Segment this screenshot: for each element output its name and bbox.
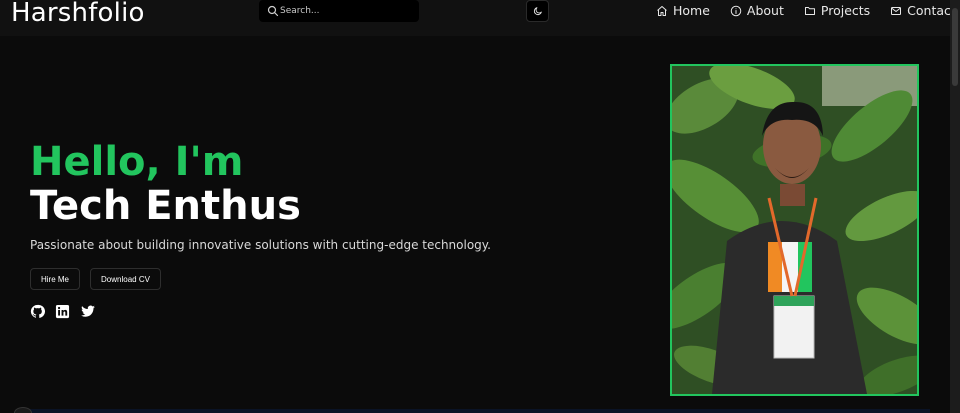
- moon-icon: [533, 7, 542, 16]
- hire-me-button[interactable]: Hire Me: [30, 268, 81, 290]
- twitter-link[interactable]: [80, 304, 96, 323]
- github-icon: [30, 304, 45, 318]
- home-icon: [657, 5, 667, 16]
- hero-section: Hello, I'm Tech Enthus Passionate about …: [30, 140, 491, 323]
- floating-action-button[interactable]: [14, 407, 32, 413]
- nav-home[interactable]: Home: [656, 3, 710, 18]
- nav-about[interactable]: About: [730, 3, 784, 18]
- search-box[interactable]: [259, 0, 419, 22]
- section-divider: [30, 409, 930, 413]
- nav-projects-label: Projects: [820, 3, 871, 18]
- nav-contact[interactable]: Contact: [890, 3, 956, 18]
- profile-photo: [670, 64, 919, 396]
- social-links: [30, 304, 491, 323]
- twitter-icon: [81, 305, 95, 317]
- nav-home-label: Home: [673, 3, 710, 18]
- nav-about-label: About: [746, 3, 784, 18]
- site-logo[interactable]: Harshfolio: [11, 0, 145, 28]
- nav-contact-label: Contact: [907, 3, 956, 18]
- page-scrollbar[interactable]: [950, 0, 960, 413]
- hero-tagline: Passionate about building innovative sol…: [30, 238, 491, 252]
- theme-toggle-button[interactable]: [526, 0, 549, 22]
- top-navbar: Harshfolio Home About Projects: [0, 0, 956, 36]
- github-link[interactable]: [30, 304, 45, 323]
- linkedin-icon: [55, 304, 70, 319]
- hero-buttons: Hire Me Download CV: [30, 268, 491, 290]
- search-icon: [267, 5, 279, 17]
- hero-greeting: Hello, I'm: [30, 139, 244, 185]
- nav-links: Home About Projects Contact: [656, 3, 956, 18]
- info-icon: [730, 5, 742, 16]
- download-cv-button[interactable]: Download CV: [90, 268, 161, 290]
- linkedin-link[interactable]: [55, 304, 70, 323]
- hero-role: Tech Enthus: [30, 183, 301, 229]
- nav-projects[interactable]: Projects: [804, 3, 870, 18]
- search-input[interactable]: [280, 6, 410, 16]
- mail-icon: [891, 6, 902, 15]
- profile-photo-image: [672, 66, 917, 394]
- scrollbar-thumb[interactable]: [952, 8, 958, 86]
- folder-icon: [804, 6, 815, 15]
